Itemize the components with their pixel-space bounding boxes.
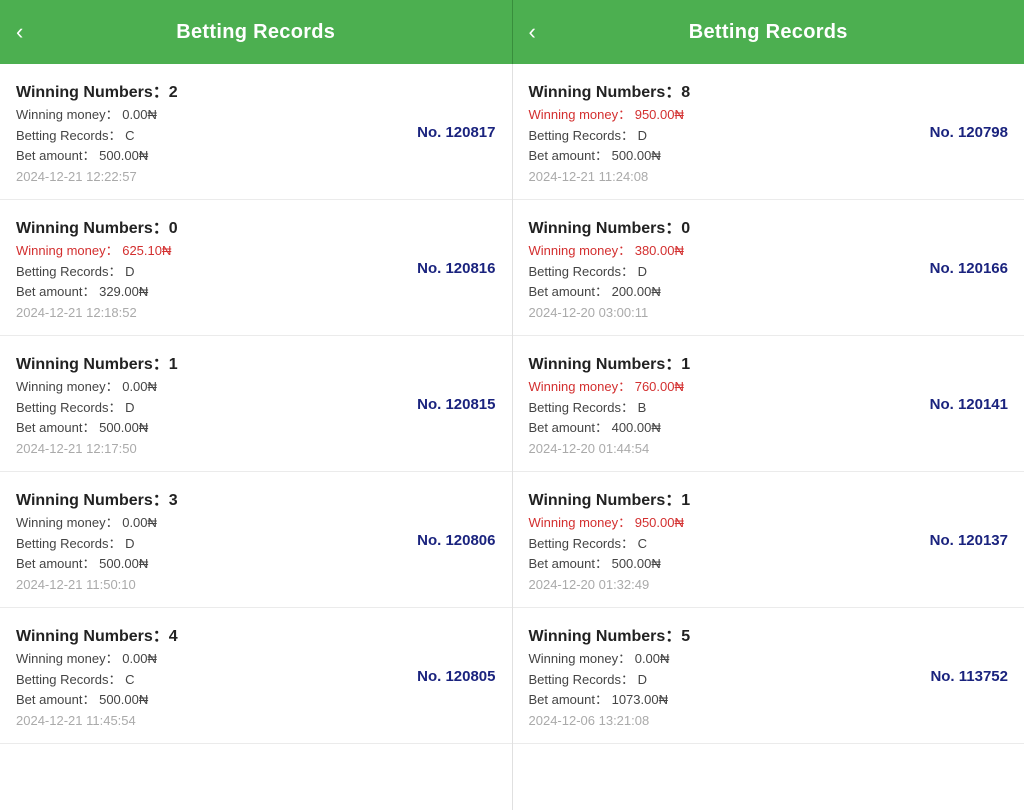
record-item[interactable]: Winning Numbers：1Winning money： 0.00₦Bet… bbox=[0, 336, 512, 472]
record-item[interactable]: Winning Numbers：0Winning money： 380.00₦B… bbox=[513, 200, 1024, 336]
bet-amount-line: Bet amount： 500.00₦ bbox=[16, 146, 405, 166]
record-item[interactable]: Winning Numbers：0Winning money： 625.10₦B… bbox=[0, 200, 512, 336]
record-info: Winning Numbers：1Winning money： 760.00₦B… bbox=[529, 350, 918, 459]
record-info: Winning Numbers：8Winning money： 950.00₦B… bbox=[529, 78, 918, 187]
bet-amount-line: Bet amount： 500.00₦ bbox=[16, 554, 405, 574]
winning-numbers-title: Winning Numbers：2 bbox=[16, 78, 405, 102]
winning-numbers-title: Winning Numbers：5 bbox=[529, 622, 919, 646]
timestamp-line: 2024-12-21 12:17:50 bbox=[16, 439, 405, 459]
record-number: No. 120816 bbox=[417, 260, 495, 277]
winning-money-line: Winning money： 950.00₦ bbox=[529, 513, 918, 533]
bet-amount-line: Bet amount： 200.00₦ bbox=[529, 282, 918, 302]
bet-amount-line: Bet amount： 1073.00₦ bbox=[529, 690, 919, 710]
record-number: No. 120815 bbox=[417, 396, 495, 413]
betting-records-line: Betting Records： D bbox=[529, 126, 918, 146]
record-info: Winning Numbers：1Winning money： 950.00₦B… bbox=[529, 486, 918, 595]
left-header-panel: ‹ Betting Records bbox=[0, 0, 513, 64]
record-number: No. 120166 bbox=[930, 260, 1008, 277]
record-number: No. 120806 bbox=[417, 532, 495, 549]
record-item[interactable]: Winning Numbers：2Winning money： 0.00₦Bet… bbox=[0, 64, 512, 200]
winning-money-line: Winning money： 0.00₦ bbox=[16, 513, 405, 533]
timestamp-line: 2024-12-20 01:32:49 bbox=[529, 575, 918, 595]
timestamp-line: 2024-12-21 11:45:54 bbox=[16, 711, 405, 731]
timestamp-line: 2024-12-20 01:44:54 bbox=[529, 439, 918, 459]
right-panel: Winning Numbers：8Winning money： 950.00₦B… bbox=[513, 64, 1024, 810]
timestamp-line: 2024-12-20 03:00:11 bbox=[529, 303, 918, 323]
record-number: No. 120798 bbox=[930, 124, 1008, 141]
record-number: No. 120137 bbox=[930, 532, 1008, 549]
winning-money-line: Winning money： 0.00₦ bbox=[16, 105, 405, 125]
left-header-title: Betting Records bbox=[176, 21, 335, 44]
timestamp-line: 2024-12-21 12:18:52 bbox=[16, 303, 405, 323]
timestamp-line: 2024-12-06 13:21:08 bbox=[529, 711, 919, 731]
record-number: No. 120805 bbox=[417, 668, 495, 685]
content-row: Winning Numbers：2Winning money： 0.00₦Bet… bbox=[0, 64, 1024, 810]
betting-records-line: Betting Records： D bbox=[529, 670, 919, 690]
winning-money-line: Winning money： 760.00₦ bbox=[529, 377, 918, 397]
record-item[interactable]: Winning Numbers：4Winning money： 0.00₦Bet… bbox=[0, 608, 512, 744]
record-number: No. 120817 bbox=[417, 124, 495, 141]
timestamp-line: 2024-12-21 11:24:08 bbox=[529, 167, 918, 187]
winning-money-line: Winning money： 0.00₦ bbox=[16, 649, 405, 669]
record-number: No. 113752 bbox=[930, 668, 1008, 685]
bet-amount-line: Bet amount： 500.00₦ bbox=[16, 690, 405, 710]
winning-numbers-title: Winning Numbers：1 bbox=[16, 350, 405, 374]
record-info: Winning Numbers：1Winning money： 0.00₦Bet… bbox=[16, 350, 405, 459]
header-row: ‹ Betting Records ‹ Betting Records bbox=[0, 0, 1024, 64]
record-number: No. 120141 bbox=[930, 396, 1008, 413]
record-info: Winning Numbers：4Winning money： 0.00₦Bet… bbox=[16, 622, 405, 731]
record-item[interactable]: Winning Numbers：3Winning money： 0.00₦Bet… bbox=[0, 472, 512, 608]
winning-numbers-title: Winning Numbers：1 bbox=[529, 486, 918, 510]
record-item[interactable]: Winning Numbers：1Winning money： 950.00₦B… bbox=[513, 472, 1024, 608]
betting-records-line: Betting Records： D bbox=[16, 262, 405, 282]
record-info: Winning Numbers：0Winning money： 625.10₦B… bbox=[16, 214, 405, 323]
record-item[interactable]: Winning Numbers：5Winning money： 0.00₦Bet… bbox=[513, 608, 1024, 744]
bet-amount-line: Bet amount： 400.00₦ bbox=[529, 418, 918, 438]
betting-records-line: Betting Records： C bbox=[529, 534, 918, 554]
winning-money-line: Winning money： 625.10₦ bbox=[16, 241, 405, 261]
timestamp-line: 2024-12-21 11:50:10 bbox=[16, 575, 405, 595]
bet-amount-line: Bet amount： 500.00₦ bbox=[529, 146, 918, 166]
winning-money-line: Winning money： 0.00₦ bbox=[529, 649, 919, 669]
left-panel: Winning Numbers：2Winning money： 0.00₦Bet… bbox=[0, 64, 513, 810]
winning-numbers-title: Winning Numbers：1 bbox=[529, 350, 918, 374]
bet-amount-line: Bet amount： 329.00₦ bbox=[16, 282, 405, 302]
right-back-button[interactable]: ‹ bbox=[529, 19, 536, 45]
betting-records-line: Betting Records： C bbox=[16, 670, 405, 690]
betting-records-line: Betting Records： C bbox=[16, 126, 405, 146]
bet-amount-line: Bet amount： 500.00₦ bbox=[529, 554, 918, 574]
winning-money-line: Winning money： 0.00₦ bbox=[16, 377, 405, 397]
timestamp-line: 2024-12-21 12:22:57 bbox=[16, 167, 405, 187]
left-back-button[interactable]: ‹ bbox=[16, 19, 23, 45]
winning-money-line: Winning money： 950.00₦ bbox=[529, 105, 918, 125]
betting-records-line: Betting Records： B bbox=[529, 398, 918, 418]
winning-numbers-title: Winning Numbers：3 bbox=[16, 486, 405, 510]
winning-numbers-title: Winning Numbers：4 bbox=[16, 622, 405, 646]
betting-records-line: Betting Records： D bbox=[16, 398, 405, 418]
betting-records-line: Betting Records： D bbox=[529, 262, 918, 282]
winning-numbers-title: Winning Numbers：0 bbox=[16, 214, 405, 238]
record-info: Winning Numbers：5Winning money： 0.00₦Bet… bbox=[529, 622, 919, 731]
record-info: Winning Numbers：0Winning money： 380.00₦B… bbox=[529, 214, 918, 323]
record-item[interactable]: Winning Numbers：8Winning money： 950.00₦B… bbox=[513, 64, 1024, 200]
bet-amount-line: Bet amount： 500.00₦ bbox=[16, 418, 405, 438]
winning-numbers-title: Winning Numbers：8 bbox=[529, 78, 918, 102]
right-header-title: Betting Records bbox=[689, 21, 848, 44]
right-header-panel: ‹ Betting Records bbox=[513, 0, 1024, 64]
winning-numbers-title: Winning Numbers：0 bbox=[529, 214, 918, 238]
betting-records-line: Betting Records： D bbox=[16, 534, 405, 554]
winning-money-line: Winning money： 380.00₦ bbox=[529, 241, 918, 261]
record-item[interactable]: Winning Numbers：1Winning money： 760.00₦B… bbox=[513, 336, 1024, 472]
record-info: Winning Numbers：3Winning money： 0.00₦Bet… bbox=[16, 486, 405, 595]
record-info: Winning Numbers：2Winning money： 0.00₦Bet… bbox=[16, 78, 405, 187]
